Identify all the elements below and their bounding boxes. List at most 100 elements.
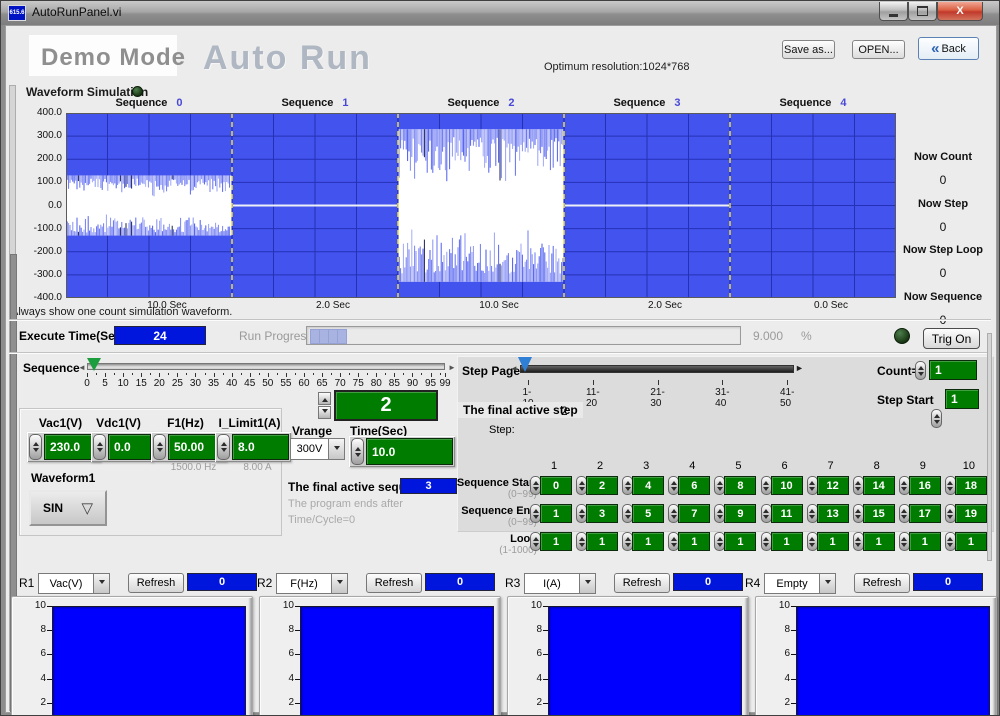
step-cell-display[interactable]: 1 [909, 532, 941, 551]
step-cell-display[interactable]: 7 [678, 504, 710, 523]
step-cell-display[interactable]: 1 [955, 532, 987, 551]
step-cell-display[interactable]: 17 [909, 504, 941, 523]
step-cell-display[interactable]: 2 [586, 476, 618, 495]
x-tick-label: 2.0 Sec [316, 300, 350, 311]
minimize-button[interactable] [879, 2, 908, 21]
slider-tick-label: 75 [353, 378, 364, 389]
step-cell-display[interactable]: 13 [817, 504, 849, 523]
step-cell-display[interactable]: 3 [586, 504, 618, 523]
readout-option: Empty [765, 574, 819, 593]
time-sec-control[interactable]: 10.0 [349, 436, 455, 467]
page-tick [787, 380, 788, 385]
step-cell-display[interactable]: 1 [863, 532, 895, 551]
right-scrollbar[interactable] [987, 333, 992, 561]
step-cell-display[interactable]: 5 [632, 504, 664, 523]
step-cell-display[interactable]: 11 [771, 504, 803, 523]
step-cell-display[interactable]: 1 [771, 532, 803, 551]
param-display[interactable]: 0.0 [108, 434, 151, 460]
readout-dropdown[interactable]: F(Hz) [276, 573, 348, 594]
page-right-arrow-icon[interactable]: ► [795, 364, 804, 372]
step-start-spinner[interactable] [931, 409, 942, 428]
refresh-button[interactable]: Refresh [128, 573, 184, 593]
trig-on-button[interactable]: Trig On [923, 328, 980, 349]
step-column-header: 1 [551, 460, 557, 472]
chevron-down-icon [328, 439, 344, 459]
step-cell-display[interactable]: 1 [540, 504, 572, 523]
step-cell-display[interactable]: 4 [632, 476, 664, 495]
open-button[interactable]: OPEN... [852, 40, 905, 59]
now-item-label: Now Count [878, 151, 1000, 163]
param-display[interactable]: 8.0 [232, 434, 289, 460]
step-cell-display[interactable]: 0 [540, 476, 572, 495]
slider-tick-label: 80 [371, 378, 382, 389]
readout-dropdown[interactable]: Vac(V) [38, 573, 110, 594]
slider-minor-tick [150, 373, 151, 375]
page-left-arrow-icon[interactable]: ◄ [510, 365, 518, 373]
count-display[interactable]: 1 [929, 360, 977, 380]
chart-y-tick-label: 2 [516, 697, 542, 708]
count-spinner[interactable] [915, 361, 926, 380]
step-page-thumb[interactable] [518, 357, 532, 372]
step-cell-display[interactable]: 19 [955, 504, 987, 523]
sequence-slider-thumb[interactable] [87, 358, 101, 371]
step-cell-display[interactable]: 16 [909, 476, 941, 495]
readout-dropdown[interactable]: Empty [764, 573, 836, 594]
slider-left-arrow-icon[interactable]: ◄ [78, 364, 86, 372]
execute-time-label: Execute Time(Sec) [19, 329, 126, 343]
time-spinner[interactable] [351, 438, 364, 465]
chart-y-tick [295, 630, 300, 631]
maximize-button[interactable] [908, 2, 937, 21]
readout-dropdown[interactable]: I(A) [524, 573, 596, 594]
vrange-dropdown[interactable]: 300V [290, 438, 345, 460]
step-column-header: 8 [874, 460, 880, 472]
step-cell-display[interactable]: 1 [678, 532, 710, 551]
chart-y-tick-label: 6 [268, 648, 294, 659]
step-cell-display[interactable]: 6 [678, 476, 710, 495]
slider-right-arrow-icon[interactable]: ► [448, 364, 456, 372]
title-bar[interactable]: 615.6 AutoRunPanel.vi X [1, 1, 999, 25]
save-as-button[interactable]: Save as... [782, 40, 835, 59]
chevron-down-icon: ▽ [81, 499, 93, 517]
step-cell-display[interactable]: 15 [863, 504, 895, 523]
param-control[interactable]: 230.0 [27, 432, 101, 462]
step-cell-display[interactable]: 1 [586, 532, 618, 551]
step-cell-display[interactable]: 1 [540, 532, 572, 551]
step-column-header: 10 [963, 460, 975, 472]
chart-y-tick-label: 6 [20, 648, 46, 659]
refresh-button[interactable]: Refresh [854, 573, 910, 593]
step-cell-display[interactable]: 12 [817, 476, 849, 495]
param-control[interactable]: 8.0 [215, 432, 291, 462]
big-count-display[interactable]: 2 [334, 390, 438, 421]
step-cell-display[interactable]: 1 [724, 532, 756, 551]
progress-percent: 9.000 [753, 329, 783, 343]
step-page-track[interactable] [520, 365, 794, 373]
execute-time-display[interactable]: 24 [114, 326, 206, 345]
time-sec-display[interactable]: 10.0 [366, 438, 453, 465]
step-cell-display[interactable]: 10 [771, 476, 803, 495]
back-button[interactable]: « Back [918, 37, 979, 60]
waveform1-dropdown[interactable]: SIN ▽ [29, 490, 107, 526]
param-control[interactable]: 0.0 [91, 432, 153, 462]
big-count-spinner[interactable] [318, 392, 331, 419]
slider-minor-tick [367, 373, 368, 375]
step-cell-display[interactable]: 9 [724, 504, 756, 523]
readout-value-display: 0 [913, 573, 983, 591]
param-spinner[interactable] [217, 434, 230, 460]
step-cell-display[interactable]: 1 [632, 532, 664, 551]
sequence-slider-track[interactable] [87, 363, 445, 370]
page-tick [658, 380, 659, 385]
param-spinner[interactable] [93, 434, 106, 460]
step-cell-display[interactable]: 14 [863, 476, 895, 495]
step-cell-display[interactable]: 8 [724, 476, 756, 495]
refresh-button[interactable]: Refresh [366, 573, 422, 593]
close-button[interactable]: X [937, 2, 983, 21]
step-cell-display[interactable]: 18 [955, 476, 987, 495]
final-sequence-display[interactable]: 3 [400, 478, 457, 494]
step-start-display[interactable]: 1 [945, 389, 979, 409]
slider-tick [214, 373, 215, 377]
step-cell-display[interactable]: 1 [817, 532, 849, 551]
refresh-button[interactable]: Refresh [614, 573, 670, 593]
param-spinner[interactable] [153, 434, 166, 460]
param-spinner[interactable] [29, 434, 42, 460]
step-row-sub-label: (0~99) [453, 489, 537, 500]
